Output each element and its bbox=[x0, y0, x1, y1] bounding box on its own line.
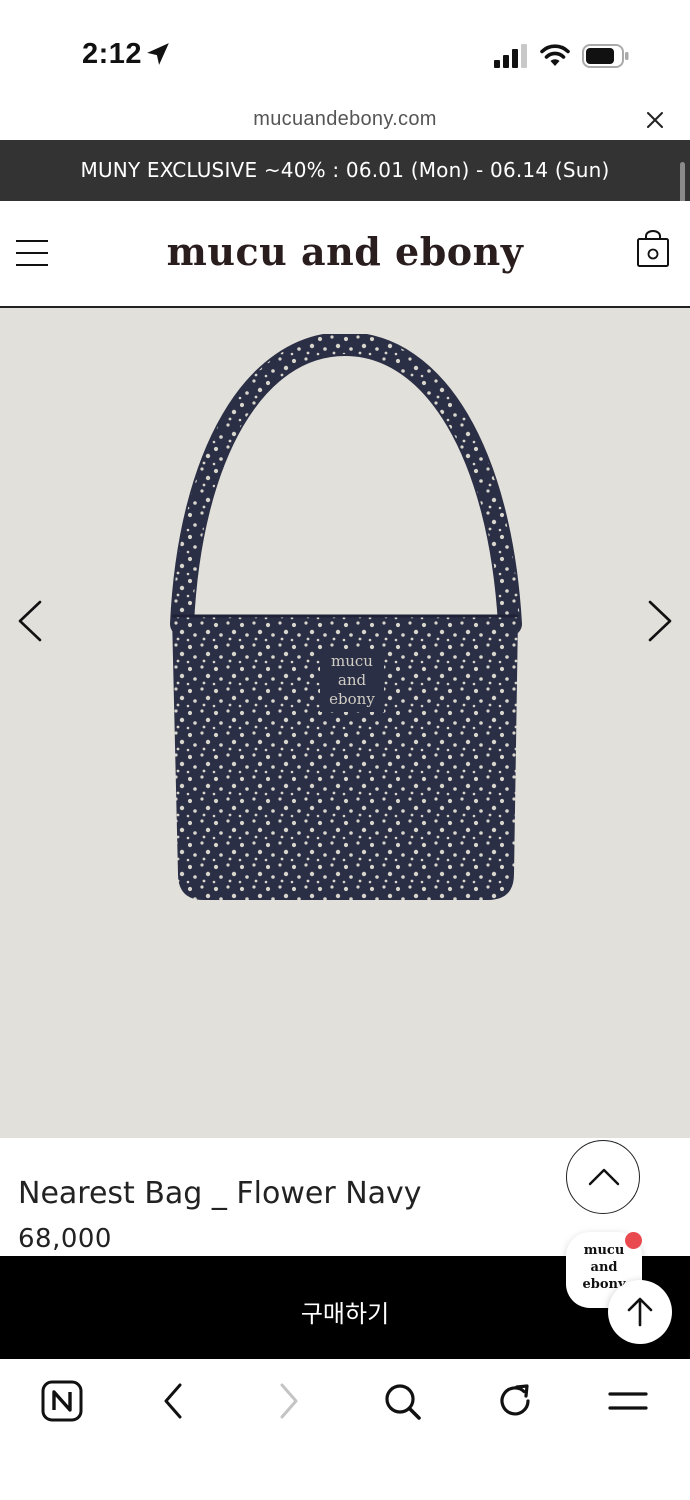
close-icon[interactable] bbox=[645, 110, 665, 130]
arrow-up-icon bbox=[627, 1297, 653, 1327]
collapse-info-button[interactable] bbox=[566, 1140, 640, 1214]
chevron-up-icon bbox=[588, 1168, 620, 1186]
status-time: 2:12 bbox=[82, 38, 143, 70]
site-header: mucu and ebony bbox=[0, 201, 690, 308]
carousel-next-icon[interactable] bbox=[644, 598, 676, 644]
bag-logo-line2: and bbox=[338, 671, 367, 689]
naver-n-icon[interactable] bbox=[40, 1379, 84, 1423]
carousel-prev-icon[interactable] bbox=[14, 598, 46, 644]
url-text[interactable]: mucuandebony.com bbox=[0, 108, 690, 131]
notification-dot bbox=[625, 1232, 642, 1249]
shopping-bag-icon[interactable] bbox=[636, 230, 670, 268]
product-price: 68,000 bbox=[18, 1224, 112, 1254]
url-bar[interactable]: mucuandebony.com bbox=[0, 100, 690, 140]
bag-logo-line3: ebony bbox=[329, 690, 375, 708]
site-logo[interactable]: mucu and ebony bbox=[0, 229, 690, 274]
menu-icon[interactable] bbox=[606, 1379, 650, 1423]
product-bag-image: mucu and ebony bbox=[170, 334, 522, 900]
promo-text: MUNY EXCLUSIVE ~40% : 06.01 (Mon) - 06.1… bbox=[80, 158, 610, 182]
promo-banner[interactable]: MUNY EXCLUSIVE ~40% : 06.01 (Mon) - 06.1… bbox=[0, 140, 690, 201]
cellular-signal-icon bbox=[494, 44, 527, 68]
scroll-to-top-button[interactable] bbox=[608, 1280, 672, 1344]
search-icon[interactable] bbox=[380, 1379, 424, 1423]
location-arrow-icon bbox=[147, 43, 169, 65]
browser-toolbar bbox=[0, 1359, 690, 1500]
bag-logo-line1: mucu bbox=[331, 652, 373, 670]
product-image-carousel[interactable]: mucu and ebony bbox=[0, 308, 690, 1138]
battery-icon bbox=[582, 44, 629, 68]
refresh-icon[interactable] bbox=[493, 1379, 537, 1423]
status-bar: 2:12 bbox=[0, 0, 690, 100]
product-name: Nearest Bag _ Flower Navy bbox=[18, 1176, 422, 1211]
forward-icon bbox=[280, 1383, 298, 1419]
back-icon[interactable] bbox=[152, 1379, 196, 1423]
wifi-icon bbox=[540, 44, 570, 66]
